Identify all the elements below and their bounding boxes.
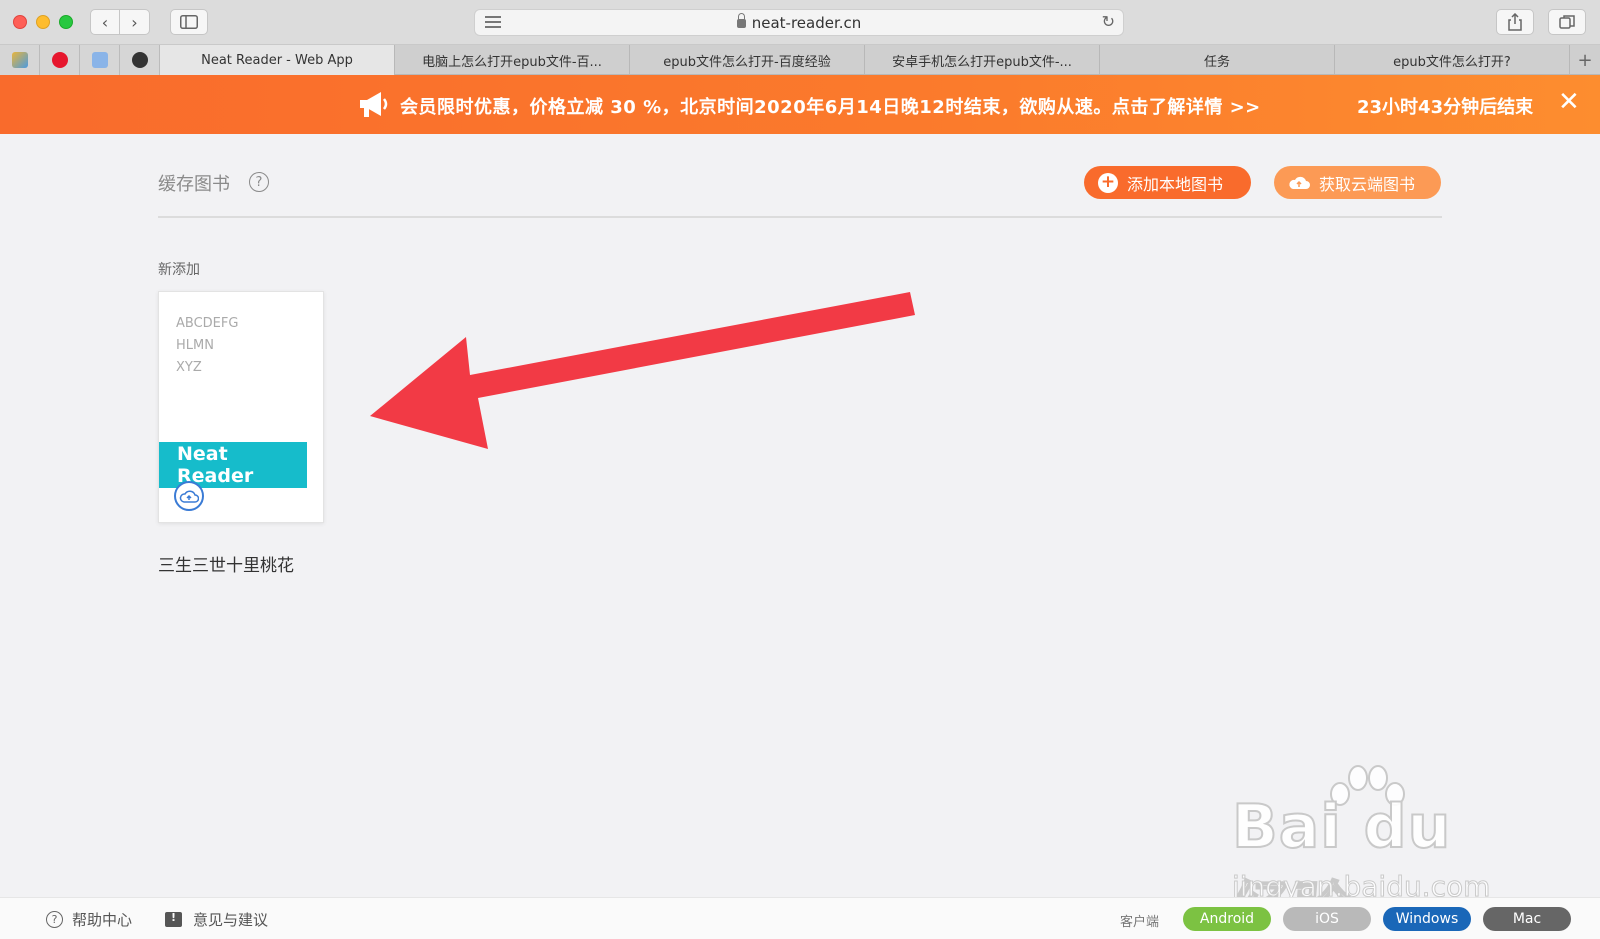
add-local-book-label: 添加本地图书 — [1127, 174, 1224, 194]
add-local-book-button[interactable]: + 添加本地图书 — [1084, 166, 1251, 199]
forward-button[interactable]: › — [120, 9, 150, 35]
android-client-button[interactable]: Android — [1183, 907, 1271, 931]
help-center-label: 帮助中心 — [72, 911, 133, 929]
new-tab-button[interactable]: + — [1570, 45, 1600, 75]
promo-text[interactable]: 会员限时优惠，价格立减 30 %，北京时间2020年6月14日晚12时结束，欲购… — [400, 93, 1261, 119]
cover-brand-band: Neat Reader — [159, 442, 307, 488]
chevron-left-icon: ‹ — [101, 12, 109, 32]
chevron-right-icon: › — [131, 12, 138, 32]
browser-titlebar: ‹ › neat-reader.cn ↻ — [0, 0, 1600, 45]
help-icon[interactable]: ? — [249, 172, 269, 192]
get-cloud-book-button[interactable]: 获取云端图书 — [1274, 166, 1441, 199]
compass-icon — [131, 52, 148, 68]
promo-banner[interactable]: 会员限时优惠，价格立减 30 %，北京时间2020年6月14日晚12时结束，欲购… — [0, 75, 1600, 134]
red-arrow-annotation — [370, 292, 915, 449]
ios-client-button[interactable]: iOS — [1283, 907, 1371, 931]
cover-text-line: HLMN — [176, 338, 214, 353]
mac-client-button[interactable]: Mac — [1483, 907, 1571, 931]
favorite-weibo[interactable] — [40, 45, 80, 75]
cover-text-line: ABCDEFG — [176, 316, 239, 331]
header-divider — [158, 216, 1442, 218]
reading-list-icon — [91, 52, 108, 68]
tab-neat-reader[interactable]: Neat Reader - Web App — [160, 45, 395, 75]
tab-2[interactable]: 电脑上怎么打开epub文件-百... — [395, 45, 630, 75]
url-text: neat-reader.cn — [751, 13, 862, 32]
tab-5[interactable]: 任务 — [1100, 45, 1335, 75]
tab-overview-button[interactable] — [1548, 9, 1586, 35]
feedback-link[interactable]: 意见与建议 — [165, 909, 268, 930]
banner-close-icon[interactable]: ✕ — [1558, 87, 1580, 117]
feedback-label: 意见与建议 — [193, 911, 269, 929]
feedback-icon — [165, 911, 182, 927]
favorite-bookmarks[interactable] — [0, 45, 40, 75]
tab-6[interactable]: epub文件怎么打开? — [1335, 45, 1570, 75]
footer: ? 帮助中心 意见与建议 客户端 Android iOS Windows Mac — [0, 897, 1600, 939]
window-close-button[interactable] — [13, 15, 27, 29]
cloud-upload-icon[interactable] — [174, 481, 204, 511]
question-icon: ? — [46, 911, 63, 928]
page-title: 缓存图书 — [158, 174, 230, 195]
baidu-watermark: Bai du 经验 jingyan.baidu.com — [1231, 765, 1522, 939]
book-title[interactable]: 三生三世十里桃花 — [158, 551, 294, 576]
cover-text-line: XYZ — [176, 360, 202, 375]
sidebar-icon — [180, 15, 198, 29]
tab-4[interactable]: 安卓手机怎么打开epub文件-... — [865, 45, 1100, 75]
browser-tabbar: Neat Reader - Web App 电脑上怎么打开epub文件-百...… — [0, 45, 1600, 75]
share-button[interactable] — [1496, 9, 1534, 35]
bookmarks-icon — [11, 52, 28, 68]
weibo-icon — [51, 52, 68, 68]
window-maximize-button[interactable] — [59, 15, 73, 29]
share-icon — [1508, 13, 1522, 31]
favorite-reading-list[interactable] — [80, 45, 120, 75]
section-label-new: 新添加 — [158, 262, 200, 278]
client-label: 客户端 — [1120, 915, 1160, 930]
sidebar-toggle-button[interactable] — [170, 9, 208, 35]
lock-icon — [736, 13, 746, 28]
favorite-compass[interactable] — [120, 45, 160, 75]
reader-view-icon[interactable] — [485, 16, 501, 31]
windows-client-button[interactable]: Windows — [1383, 907, 1471, 931]
address-bar[interactable]: neat-reader.cn ↻ — [474, 9, 1124, 36]
back-button[interactable]: ‹ — [90, 9, 120, 35]
plus-icon: + — [1098, 172, 1118, 193]
tabs-icon — [1559, 15, 1575, 29]
promo-countdown: 23小时43分钟后结束 — [1357, 97, 1534, 118]
reload-icon[interactable]: ↻ — [1102, 12, 1115, 31]
book-cover[interactable]: ABCDEFG HLMN XYZ Neat Reader — [158, 291, 324, 523]
get-cloud-book-label: 获取云端图书 — [1319, 174, 1416, 194]
megaphone-icon — [360, 92, 388, 117]
help-center-link[interactable]: ? 帮助中心 — [46, 909, 132, 930]
tab-3[interactable]: epub文件怎么打开-百度经验 — [630, 45, 865, 75]
window-minimize-button[interactable] — [36, 15, 50, 29]
cloud-icon — [1289, 176, 1310, 189]
